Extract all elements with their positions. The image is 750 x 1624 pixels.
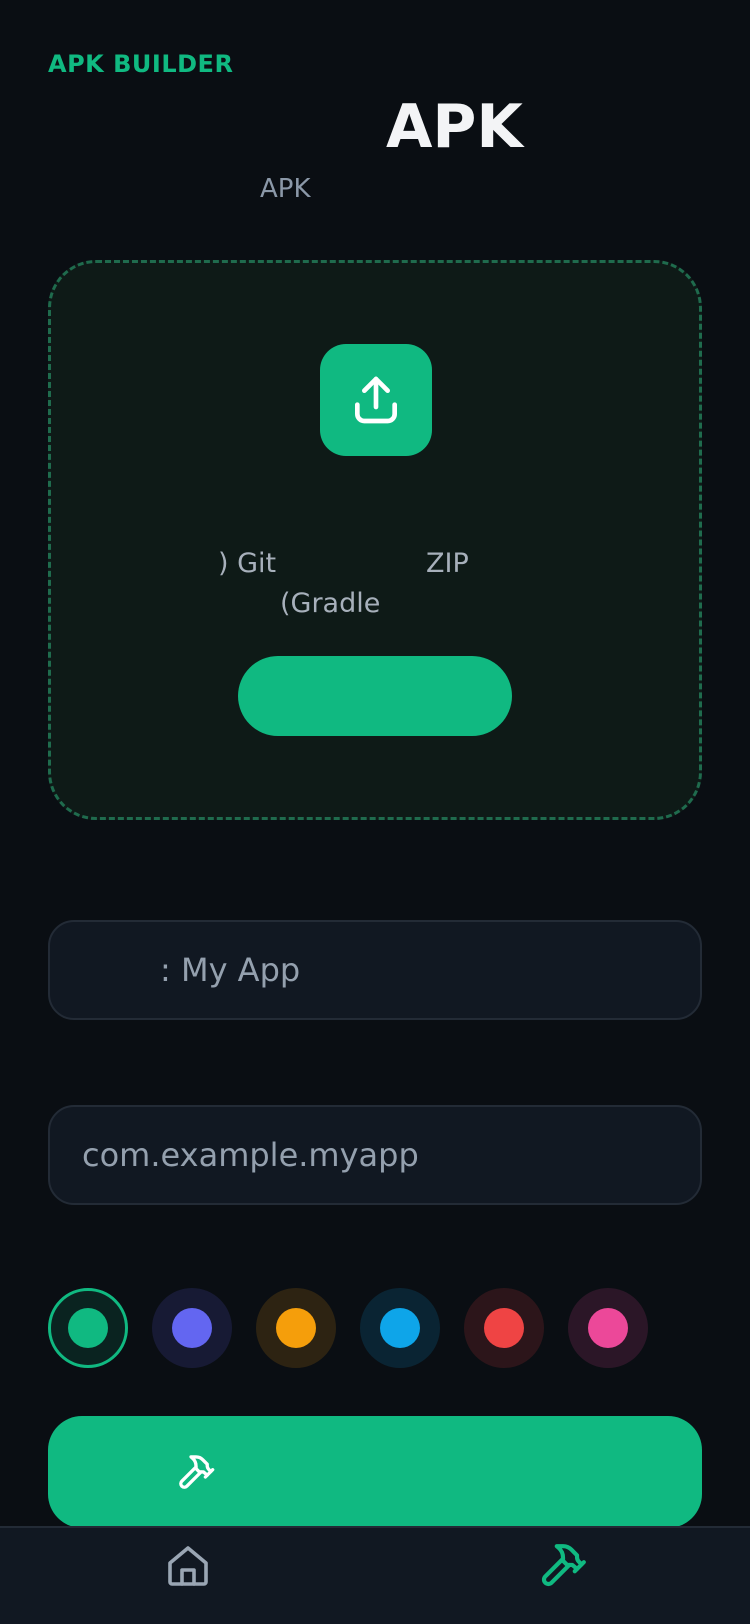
app-name-field[interactable]: : My App <box>48 920 702 1020</box>
nav-item-home[interactable] <box>164 1542 212 1590</box>
home-icon <box>168 1546 208 1586</box>
package-name-field[interactable]: com.example.myapp <box>48 1105 702 1205</box>
dropzone-text-gradle: (Gradle <box>280 588 381 619</box>
upload-icon <box>355 376 397 424</box>
color-swatch-dot <box>484 1308 524 1348</box>
dropzone-text-git: ) Git <box>218 548 277 579</box>
page-subtitle: APK <box>260 174 311 204</box>
upload-tile[interactable] <box>320 344 432 456</box>
build-button[interactable] <box>48 1416 702 1528</box>
page-title: APK <box>386 92 523 162</box>
package-name-value: com.example.myapp <box>82 1136 419 1174</box>
dropzone-text-zip: ZIP <box>426 548 469 579</box>
color-swatch-dot <box>588 1308 628 1348</box>
hammer-icon <box>179 1455 215 1489</box>
color-swatch-3[interactable] <box>256 1288 336 1368</box>
color-swatch-6[interactable] <box>568 1288 648 1368</box>
color-swatch-dot <box>380 1308 420 1348</box>
pick-file-button[interactable] <box>238 656 512 736</box>
color-swatch-2[interactable] <box>152 1288 232 1368</box>
hammer-icon <box>541 1544 586 1587</box>
color-swatch-dot <box>172 1308 212 1348</box>
nav-item-build[interactable] <box>538 1540 588 1590</box>
brand-label: APK BUILDER <box>48 50 234 78</box>
color-swatch-dot <box>68 1308 108 1348</box>
color-swatch-dot <box>276 1308 316 1348</box>
color-swatch-4[interactable] <box>360 1288 440 1368</box>
color-swatch-5[interactable] <box>464 1288 544 1368</box>
color-swatch-1[interactable] <box>48 1288 128 1368</box>
screen: APK BUILDER APK APK ) Git ZIP (Gradle : … <box>0 0 750 1624</box>
app-name-value: : My App <box>160 951 301 989</box>
bottom-nav <box>0 1526 750 1624</box>
